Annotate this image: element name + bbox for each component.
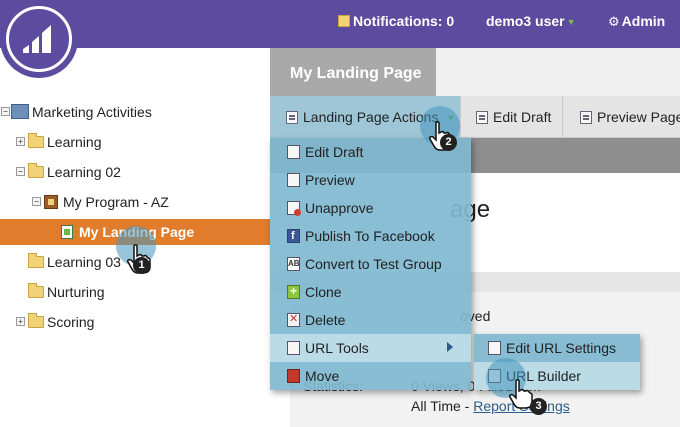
- program-icon: [44, 195, 58, 209]
- step-badge-3: 3: [530, 398, 547, 415]
- actions-icon: [286, 111, 298, 124]
- step-badge-1: 1: [133, 257, 150, 274]
- notepad-icon: [338, 15, 350, 27]
- edit-icon: [476, 111, 488, 124]
- edit-url-icon: [488, 341, 501, 355]
- logo-ring: [6, 6, 72, 72]
- tree-node-my-program[interactable]: − My Program - AZ: [0, 189, 270, 215]
- unapprove-icon: [287, 201, 301, 216]
- tree-node-scoring[interactable]: + Scoring: [0, 309, 270, 335]
- logo-bars-icon: [23, 25, 51, 53]
- menu-item-edit-url-settings[interactable]: Edit URL Settings: [474, 334, 640, 362]
- folder-icon: [28, 253, 44, 268]
- preview-icon: [287, 173, 300, 187]
- collapse-icon[interactable]: −: [1, 107, 10, 116]
- toolbar-divider: [460, 96, 461, 138]
- toolbar-divider: [562, 96, 563, 138]
- tree-node-learning[interactable]: + Learning: [0, 129, 270, 155]
- move-icon: [287, 369, 300, 383]
- expand-icon[interactable]: +: [16, 317, 25, 326]
- menu-item-preview[interactable]: Preview: [270, 166, 471, 194]
- tree-node-nurturing[interactable]: Nurturing: [0, 279, 270, 305]
- tree-node-marketing-activities[interactable]: − Marketing Activities: [0, 99, 270, 125]
- landing-page-icon: [61, 225, 73, 239]
- ab-test-icon: AB: [287, 257, 300, 271]
- edit-icon: [287, 145, 300, 159]
- delete-icon: [287, 312, 300, 327]
- clone-icon: +: [287, 284, 300, 299]
- gear-icon: ⚙: [608, 14, 620, 29]
- menu-item-convert-to-test-group[interactable]: AB Convert to Test Group: [270, 250, 471, 278]
- notifications-link[interactable]: Notifications: 0: [338, 13, 454, 29]
- expand-icon[interactable]: +: [16, 137, 25, 146]
- folder-icon: [28, 313, 44, 328]
- url-tools-icon: [287, 341, 300, 355]
- admin-link[interactable]: ⚙ Admin: [608, 13, 665, 30]
- edit-draft-button[interactable]: Edit Draft: [476, 96, 551, 138]
- folder-icon: [28, 283, 44, 298]
- menu-item-delete[interactable]: Delete: [270, 306, 471, 334]
- facebook-icon: f: [287, 229, 300, 243]
- chevron-down-icon: ▼: [566, 17, 576, 27]
- tree-node-learning-02[interactable]: − Learning 02: [0, 159, 270, 185]
- folder-open-icon: [28, 163, 44, 178]
- preview-page-button[interactable]: Preview Page: [580, 96, 680, 138]
- tab-my-landing-page[interactable]: My Landing Page: [270, 48, 436, 96]
- step-badge-2: 2: [440, 134, 457, 151]
- landing-page-actions-menu: Edit Draft Preview Unapprove f Publish To…: [270, 138, 471, 390]
- marketing-activities-icon: [11, 104, 29, 119]
- collapse-icon[interactable]: −: [16, 167, 25, 176]
- menu-item-unapprove[interactable]: Unapprove: [270, 194, 471, 222]
- submenu-arrow-icon: [447, 342, 453, 352]
- user-menu[interactable]: demo3 user ▼: [486, 13, 576, 29]
- folder-icon: [28, 133, 44, 148]
- menu-item-move[interactable]: Move: [270, 362, 471, 390]
- collapse-icon[interactable]: −: [32, 197, 41, 206]
- marketo-logo[interactable]: [0, 0, 78, 78]
- menu-item-publish-to-facebook[interactable]: f Publish To Facebook: [270, 222, 471, 250]
- menu-item-clone[interactable]: + Clone: [270, 278, 471, 306]
- menu-item-url-tools[interactable]: URL Tools: [270, 334, 471, 362]
- preview-icon: [580, 111, 592, 124]
